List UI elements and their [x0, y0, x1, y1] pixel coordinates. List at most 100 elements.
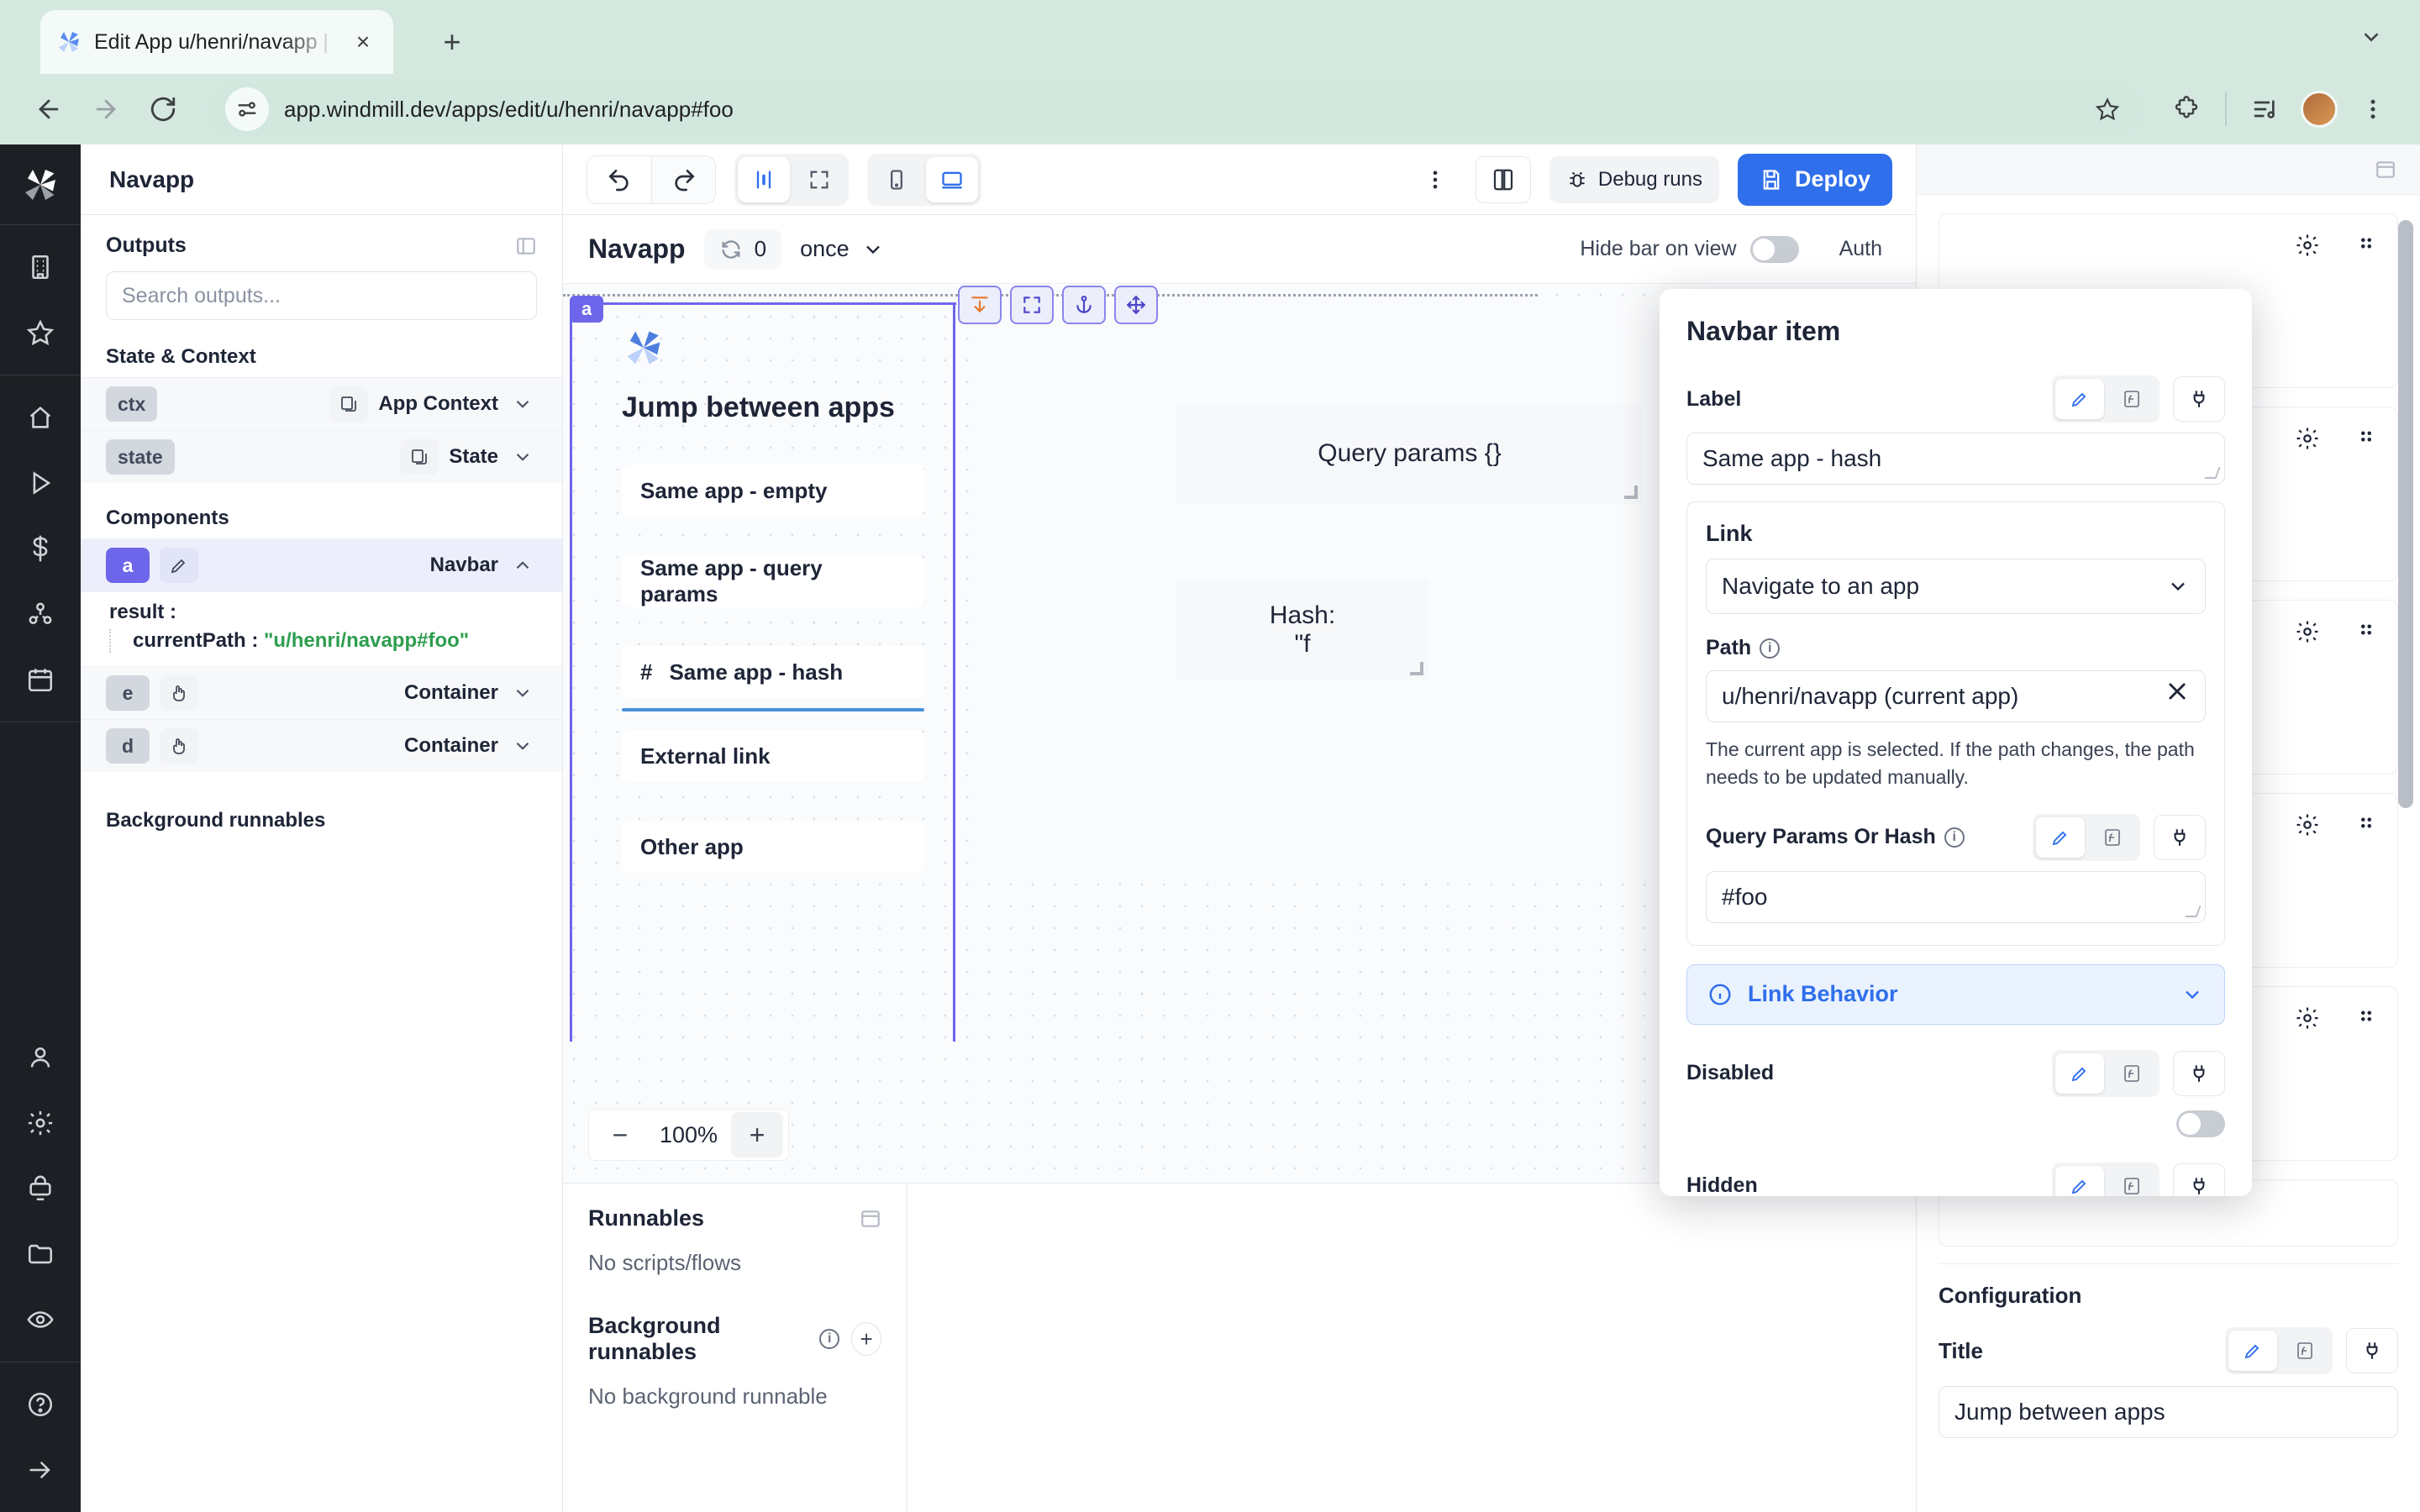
media-controls-icon[interactable] — [2242, 86, 2289, 133]
building-icon[interactable] — [17, 244, 64, 291]
gear-icon[interactable] — [2295, 619, 2320, 644]
query-params-text-block[interactable]: Query params {} — [1176, 403, 1643, 504]
component-row-a[interactable]: a Navbar — [81, 538, 562, 591]
pencil-icon[interactable] — [2036, 817, 2085, 858]
output-row-state[interactable]: state State — [81, 430, 562, 483]
back-icon[interactable] — [24, 84, 74, 134]
extensions-icon[interactable] — [2163, 86, 2210, 133]
drag-handle-icon[interactable] — [2354, 1005, 2379, 1031]
close-icon[interactable] — [2165, 680, 2189, 703]
drag-handle-icon[interactable] — [2354, 619, 2379, 644]
plug-icon[interactable] — [2173, 1051, 2225, 1096]
redo-icon[interactable] — [651, 156, 715, 203]
deploy-button[interactable]: Deploy — [1738, 154, 1892, 206]
function-icon[interactable] — [2107, 1053, 2156, 1094]
dollar-icon[interactable] — [17, 525, 64, 572]
disabled-toggle[interactable] — [2176, 1110, 2225, 1137]
copy-icon[interactable] — [400, 439, 439, 475]
refresh-mode-select[interactable]: once — [800, 236, 885, 262]
chevron-down-icon[interactable] — [2353, 18, 2390, 55]
bookmark-star-icon[interactable] — [2089, 91, 2126, 128]
component-tag-a[interactable]: a — [570, 296, 603, 323]
drag-handle-icon[interactable] — [2354, 812, 2379, 837]
chevron-down-icon[interactable] — [508, 446, 537, 468]
site-settings-icon[interactable] — [225, 87, 269, 131]
workers-icon[interactable] — [17, 1165, 64, 1212]
panel-collapse-icon[interactable] — [515, 235, 537, 257]
browser-tab[interactable]: Edit App u/henri/navapp | Win × — [40, 10, 393, 74]
component-row-d[interactable]: d Container — [81, 719, 562, 772]
pencil-icon[interactable] — [2228, 1331, 2277, 1371]
resize-handle[interactable] — [1410, 662, 1423, 675]
expand-rail-icon[interactable] — [17, 1446, 64, 1494]
plug-icon[interactable] — [2173, 376, 2225, 422]
browser-menu-icon[interactable] — [2349, 86, 2396, 133]
debug-runs-button[interactable]: Debug runs — [1549, 156, 1719, 203]
chevron-down-icon[interactable] — [508, 682, 537, 704]
copy-icon[interactable] — [329, 386, 368, 422]
move-icon[interactable] — [1114, 286, 1158, 324]
plug-icon[interactable] — [2173, 1163, 2225, 1196]
more-options-icon[interactable] — [1413, 158, 1457, 202]
title-input[interactable] — [1939, 1386, 2398, 1438]
right-panel-scrollbar[interactable] — [2398, 220, 2413, 808]
runs-play-icon[interactable] — [17, 459, 64, 507]
label-input[interactable] — [1686, 433, 2225, 485]
expand-icon[interactable] — [1010, 286, 1054, 324]
hide-bar-on-view[interactable]: Hide bar on view — [1580, 236, 1798, 263]
link-type-select[interactable]: Navigate to an app — [1706, 559, 2206, 614]
hand-pointer-icon[interactable] — [160, 728, 198, 764]
gear-icon[interactable] — [17, 1100, 64, 1147]
refresh-pill[interactable]: 0 — [704, 229, 781, 269]
documentation-icon[interactable] — [1476, 156, 1531, 203]
info-icon[interactable]: i — [819, 1329, 839, 1349]
hand-pointer-icon[interactable] — [160, 675, 198, 711]
user-icon[interactable] — [17, 1034, 64, 1081]
anchor-icon[interactable] — [1062, 286, 1106, 324]
gear-icon[interactable] — [2295, 426, 2320, 451]
desktop-icon[interactable] — [926, 157, 978, 202]
add-background-runnable-button[interactable]: + — [851, 1322, 881, 1356]
schedules-calendar-icon[interactable] — [17, 656, 64, 703]
pencil-icon[interactable] — [2055, 1053, 2104, 1094]
folder-icon[interactable] — [17, 1231, 64, 1278]
query-params-input[interactable] — [1706, 871, 2206, 923]
resources-icon[interactable] — [17, 591, 64, 638]
align-center-icon[interactable] — [738, 157, 790, 202]
output-row-ctx[interactable]: ctx App Context — [81, 377, 562, 430]
function-icon[interactable] — [2088, 817, 2137, 858]
function-icon[interactable] — [2107, 379, 2156, 419]
address-bar[interactable]: app.windmill.dev/apps/edit/u/henri/navap… — [207, 83, 2144, 135]
hash-text-block[interactable]: Hash: "f — [1176, 580, 1428, 680]
chevron-up-icon[interactable] — [508, 554, 537, 576]
pencil-icon[interactable] — [160, 548, 198, 583]
panel-collapse-icon[interactable] — [2375, 159, 2396, 181]
gear-icon[interactable] — [2295, 233, 2320, 258]
mobile-icon[interactable] — [871, 157, 923, 202]
plug-icon[interactable] — [2154, 815, 2206, 860]
reload-icon[interactable] — [138, 84, 188, 134]
link-behavior-accordion[interactable]: Link Behavior — [1686, 964, 2225, 1025]
zoom-out-button[interactable]: − — [594, 1112, 646, 1158]
drag-handle-icon[interactable] — [2354, 426, 2379, 451]
gear-icon[interactable] — [2295, 1005, 2320, 1031]
component-row-e[interactable]: e Container — [81, 666, 562, 719]
windmill-logo-icon[interactable] — [0, 144, 81, 225]
pencil-icon[interactable] — [2055, 1166, 2104, 1196]
refresh-icon[interactable] — [719, 238, 743, 261]
forward-icon[interactable] — [81, 84, 131, 134]
help-icon[interactable] — [17, 1381, 64, 1428]
function-icon[interactable] — [2281, 1331, 2329, 1371]
resize-handle[interactable] — [1624, 486, 1638, 499]
fullscreen-expand-icon[interactable] — [793, 157, 845, 202]
chevron-down-icon[interactable] — [508, 735, 537, 757]
function-icon[interactable] — [2107, 1166, 2156, 1196]
close-icon[interactable]: × — [348, 27, 378, 57]
zoom-in-button[interactable]: + — [731, 1112, 783, 1158]
home-icon[interactable] — [17, 394, 64, 441]
panel-collapse-icon[interactable] — [860, 1208, 881, 1230]
avatar[interactable] — [2296, 86, 2343, 133]
undo-icon[interactable] — [587, 156, 651, 203]
chevron-down-icon[interactable] — [508, 393, 537, 415]
plug-icon[interactable] — [2346, 1328, 2398, 1373]
